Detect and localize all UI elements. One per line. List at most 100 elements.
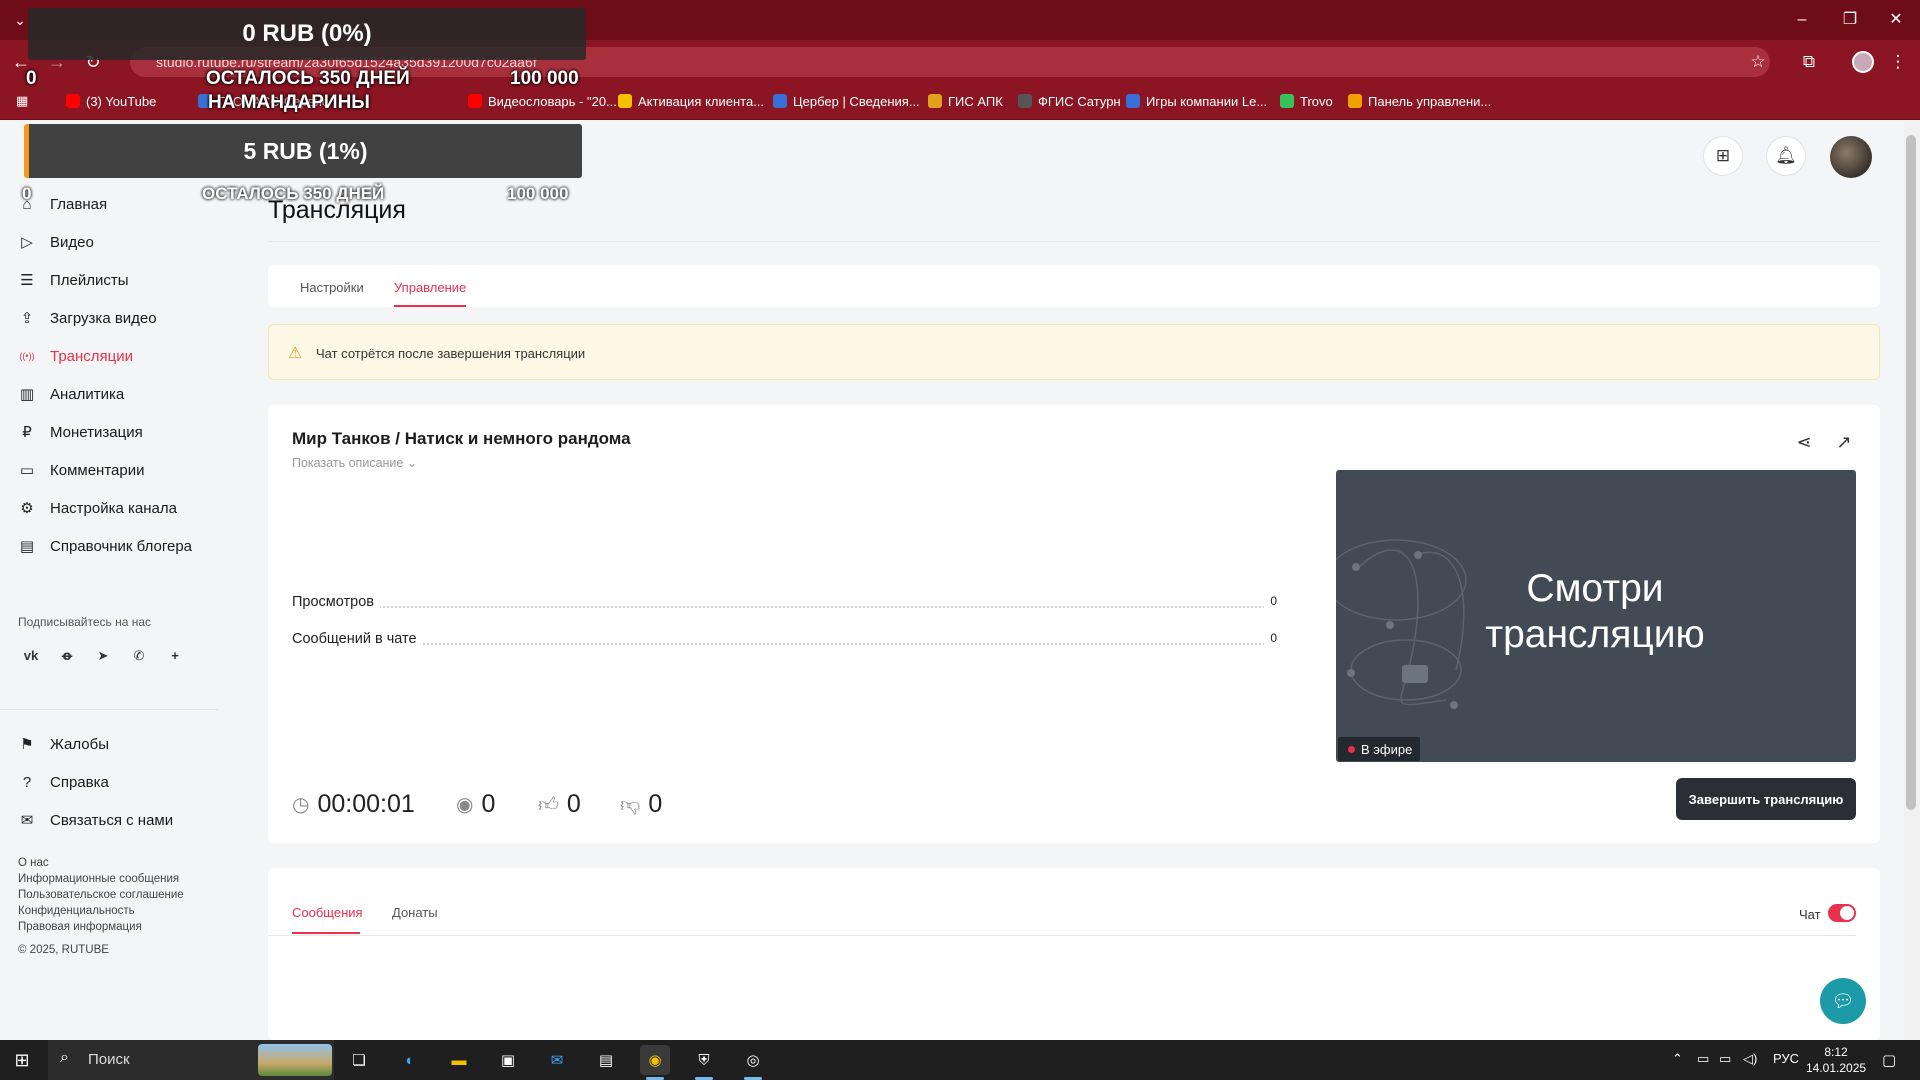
- chrome-icon[interactable]: ◉: [640, 1045, 670, 1075]
- likes-counter: 👍︎ 0: [538, 790, 581, 819]
- language-indicator[interactable]: РУС: [1773, 1051, 1799, 1066]
- calculator-icon[interactable]: ▤: [591, 1045, 621, 1075]
- notifications-button[interactable]: 🔔︎: [1766, 136, 1806, 176]
- goal-start-top: 0: [26, 68, 37, 89]
- sidebar-item-help[interactable]: ? Справка: [18, 773, 109, 791]
- taskbar-search-text: Поиск: [88, 1051, 130, 1068]
- edge-icon[interactable]: ◐: [395, 1045, 425, 1075]
- search-highlight-image: [258, 1044, 332, 1076]
- store-icon[interactable]: ▣: [493, 1045, 523, 1075]
- tab-search-icon[interactable]: ⌄: [10, 10, 30, 30]
- apps-grid-icon[interactable]: ▦: [16, 91, 28, 111]
- footer-link[interactable]: Правовая информация: [18, 921, 142, 933]
- clock[interactable]: 8:12 14.01.2025: [1806, 1044, 1866, 1076]
- sidebar-item-channel-settings[interactable]: ⚙ Настройка канала: [18, 499, 177, 518]
- likes-value: 0: [566, 790, 581, 818]
- stat-chat-messages: Сообщений в чате 0: [292, 631, 1277, 651]
- tab-settings[interactable]: Настройки: [300, 280, 364, 295]
- bookmark-item[interactable]: ФГИС Сатурн: [1018, 91, 1121, 111]
- bookmark-item[interactable]: ГИС АПК: [928, 91, 1003, 111]
- sidebar-item-monetization[interactable]: ₽ Монетизация: [18, 423, 142, 442]
- active-tab-indicator: [394, 305, 466, 307]
- dotted-leader: [292, 606, 1277, 608]
- viber-icon[interactable]: ✆: [128, 645, 150, 667]
- sidebar-item-analytics[interactable]: ▥ Аналитика: [18, 385, 125, 404]
- bookmark-favicon-icon: [468, 94, 482, 108]
- bookmark-item[interactable]: (3) YouTube: [66, 91, 156, 111]
- end-stream-button[interactable]: Завершить трансляцию: [1676, 778, 1856, 820]
- file-explorer-icon[interactable]: ▬: [444, 1045, 474, 1075]
- tray-chevron-icon[interactable]: ⌃: [1672, 1051, 1683, 1067]
- menu-dots-icon[interactable]: ⋮: [1886, 50, 1910, 74]
- sidebar-item-label: Комментарии: [50, 461, 145, 479]
- tab-messages[interactable]: Сообщения: [292, 905, 363, 920]
- external-link-icon[interactable]: ↗: [1832, 430, 1856, 454]
- sidebar-item-contact[interactable]: ✉ Связаться с нами: [18, 811, 174, 830]
- share-icon[interactable]: ⋖: [1792, 430, 1816, 454]
- bookmark-item[interactable]: Панель управлени...: [1348, 91, 1491, 111]
- tab-management[interactable]: Управление: [394, 280, 466, 295]
- bookmark-favicon-icon: [1348, 94, 1362, 108]
- active-chat-tab-indicator: [292, 932, 360, 934]
- footer-link[interactable]: Пользовательское соглашение: [18, 889, 184, 901]
- mail-icon[interactable]: ✉: [542, 1045, 572, 1075]
- sidebar-item-blogger-guide[interactable]: ▤ Справочник блогера: [18, 537, 192, 556]
- bookmark-item[interactable]: Trovo: [1280, 91, 1333, 111]
- footer-link[interactable]: Конфиденциальность: [18, 905, 135, 917]
- video-icon: ▷: [21, 234, 33, 251]
- bookmark-favicon-icon: [928, 94, 942, 108]
- days-left-bottom: ОСТАЛОСЬ 350 ДНЕЙ: [202, 184, 385, 203]
- ok-icon[interactable]: ꝋ: [56, 645, 78, 667]
- viewers-value: 0: [481, 790, 496, 818]
- settings-icon: ⚙: [20, 500, 34, 517]
- sidebar-item-playlists[interactable]: ☰ Плейлисты: [18, 271, 128, 290]
- scrollbar-thumb[interactable]: [1906, 135, 1916, 810]
- windows-start-icon[interactable]: ⊞: [12, 1050, 32, 1070]
- sidebar-item-streams[interactable]: ((•)) Трансляции: [18, 347, 133, 365]
- bookmark-item[interactable]: Игры компании Le...: [1126, 91, 1267, 111]
- bookmark-item[interactable]: Цербер | Сведения...: [773, 91, 920, 111]
- stat-value: 0: [1264, 631, 1277, 645]
- support-chat-button[interactable]: 💬︎: [1820, 978, 1866, 1024]
- sidebar-item-video[interactable]: ▷ Видео: [18, 233, 94, 252]
- plus-icon[interactable]: +: [164, 645, 186, 667]
- profile-avatar[interactable]: [1852, 51, 1874, 73]
- bookmark-favicon-icon: [1018, 94, 1032, 108]
- bookmark-item[interactable]: Активация клиента...: [618, 91, 764, 111]
- game-launcher-icon[interactable]: ⛨: [689, 1045, 719, 1075]
- tray-camera-icon[interactable]: ▭: [1697, 1051, 1709, 1067]
- sidebar-item-comments[interactable]: ▭ Комментарии: [18, 461, 145, 480]
- network-icon[interactable]: ▭: [1719, 1051, 1731, 1067]
- sidebar-divider: [0, 709, 218, 710]
- task-view-icon[interactable]: ❏: [344, 1045, 374, 1075]
- sidebar-item-label: Аналитика: [50, 385, 125, 403]
- show-description-toggle[interactable]: Показать описание ⌄: [292, 455, 417, 470]
- chat-card: [268, 868, 1880, 1040]
- bookmark-star-icon[interactable]: ☆: [1746, 50, 1770, 74]
- bookmark-item[interactable]: Видеословарь - "20...: [468, 91, 617, 111]
- restore-icon[interactable]: ❐: [1828, 8, 1872, 32]
- tab-donations[interactable]: Донаты: [392, 905, 438, 920]
- obs-icon[interactable]: ◎: [738, 1045, 768, 1075]
- telegram-icon[interactable]: ➤: [92, 645, 114, 667]
- sidebar-item-complaints[interactable]: ⚑ Жалобы: [18, 735, 109, 754]
- close-icon[interactable]: ✕: [1874, 8, 1918, 32]
- dotted-leader: [292, 643, 1277, 645]
- user-avatar[interactable]: [1830, 136, 1872, 178]
- goal-name: НА МАНДАРИНЫ: [208, 92, 370, 113]
- bookmark-label: Активация клиента...: [638, 93, 765, 109]
- minimize-icon[interactable]: –: [1780, 8, 1824, 32]
- chat-toggle[interactable]: [1828, 904, 1856, 922]
- clock-date: 14.01.2025: [1806, 1061, 1867, 1075]
- sidebar-item-upload[interactable]: ⇪ Загрузка видео: [18, 309, 157, 328]
- volume-icon[interactable]: ◁): [1743, 1051, 1757, 1067]
- footer-link[interactable]: О нас: [18, 857, 49, 869]
- notification-center-icon[interactable]: ▢: [1882, 1051, 1896, 1069]
- vk-icon[interactable]: vk: [20, 645, 42, 667]
- add-content-button[interactable]: ⊞: [1703, 136, 1743, 176]
- extensions-icon[interactable]: ⧉: [1797, 50, 1821, 74]
- bookmark-favicon-icon: [618, 94, 632, 108]
- footer-link[interactable]: Информационные сообщения: [18, 873, 179, 885]
- chat-toggle-label: Чат: [1799, 907, 1821, 922]
- sidebar-item-label: Связаться с нами: [50, 811, 174, 829]
